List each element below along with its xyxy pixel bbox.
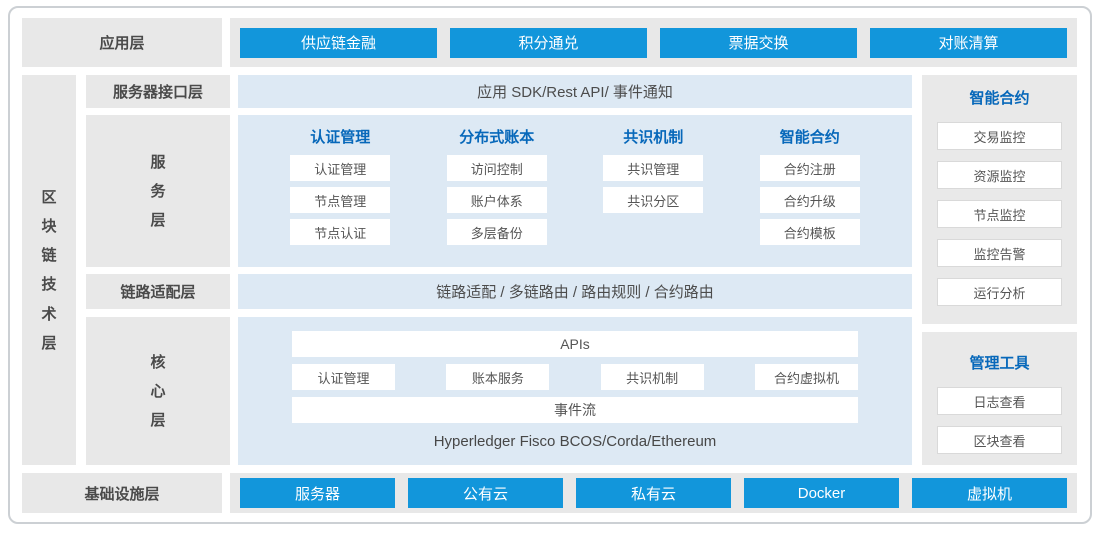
sidebar-item-transaction-monitor: 交易监控 [937, 122, 1062, 150]
service-item: 共识管理 [603, 155, 703, 181]
service-item: 多层备份 [447, 219, 547, 245]
infra-layer-band: 服务器 公有云 私有云 Docker 虚拟机 [230, 473, 1077, 513]
service-group-auth-title: 认证管理 [310, 127, 370, 149]
service-group-consensus: 共识机制 共识管理 共识分区 [603, 127, 703, 267]
app-layer-label: 应用层 [22, 18, 222, 67]
service-item: 合约注册 [760, 155, 860, 181]
core-layer-panel: APIs 认证管理 账本服务 共识机制 合约虚拟机 事件流 Hyperledge… [238, 317, 912, 465]
infra-layer-row: 基础设施层 服务器 公有云 私有云 Docker 虚拟机 [22, 473, 1077, 513]
core-apis-bar: APIs [292, 331, 858, 357]
core-module: 账本服务 [446, 364, 549, 390]
service-layer-label-text: 服务层 [150, 148, 167, 236]
blockchain-tech-layer-label: 区块链技术层 [22, 75, 76, 465]
core-layer-label: 核心层 [86, 317, 230, 465]
sidebar-item-monitor-alert: 监控告警 [937, 239, 1062, 267]
link-layer-row: 链路适配层 链路适配 / 多链路由 / 路由规则 / 合约路由 [86, 274, 912, 309]
app-button-reconciliation-clearing[interactable]: 对账清算 [870, 28, 1067, 58]
main-area: 区块链技术层 服务器接口层 应用 SDK/Rest API/ 事件通知 服务层 [22, 75, 1077, 465]
sidebar-item-node-monitor: 节点监控 [937, 200, 1062, 228]
service-group-consensus-title: 共识机制 [623, 127, 683, 149]
core-layer-row: 核心层 APIs 认证管理 账本服务 共识机制 合约虚拟机 事件流 Hyperl… [86, 317, 912, 465]
infra-button-docker[interactable]: Docker [744, 478, 899, 508]
infra-button-private-cloud[interactable]: 私有云 [576, 478, 731, 508]
service-item: 节点管理 [290, 187, 390, 213]
service-layer-row: 服务层 认证管理 认证管理 节点管理 节点认证 分布式账本 访问控制 账户体系 [86, 115, 912, 267]
right-sidebar: 智能合约 交易监控 资源监控 节点监控 监控告警 运行分析 管理工具 日志查看 … [922, 75, 1077, 465]
service-layer-label: 服务层 [86, 115, 230, 267]
middle-layers: 服务器接口层 应用 SDK/Rest API/ 事件通知 服务层 认证管理 认证… [86, 75, 912, 465]
service-item: 访问控制 [447, 155, 547, 181]
infra-layer-label: 基础设施层 [22, 473, 222, 513]
diagram-layout: 应用层 供应链金融 积分通兑 票据交换 对账清算 区块链技术层 服务器接口层 应… [22, 18, 1077, 513]
service-item: 节点认证 [290, 219, 390, 245]
service-item: 账户体系 [447, 187, 547, 213]
interface-layer-content: 应用 SDK/Rest API/ 事件通知 [238, 75, 912, 108]
link-layer-label: 链路适配层 [86, 274, 230, 309]
app-button-supply-chain-finance[interactable]: 供应链金融 [240, 28, 437, 58]
infra-button-vm[interactable]: 虚拟机 [912, 478, 1067, 508]
service-layer-panel: 认证管理 认证管理 节点管理 节点认证 分布式账本 访问控制 账户体系 多层备份 [238, 115, 912, 267]
interface-layer-label: 服务器接口层 [86, 75, 230, 108]
infra-button-server[interactable]: 服务器 [240, 478, 395, 508]
sidebar-item-block-viewer: 区块查看 [937, 426, 1062, 454]
sidebar-monitor-section: 智能合约 交易监控 资源监控 节点监控 监控告警 运行分析 [922, 75, 1077, 324]
core-module: 共识机制 [601, 364, 704, 390]
app-button-bill-exchange[interactable]: 票据交换 [660, 28, 857, 58]
service-item: 合约升级 [760, 187, 860, 213]
service-group-smart-contract: 智能合约 合约注册 合约升级 合约模板 [760, 127, 860, 267]
service-group-auth: 认证管理 认证管理 节点管理 节点认证 [290, 127, 390, 267]
sidebar-tools-section: 管理工具 日志查看 区块查看 [922, 332, 1077, 465]
service-item: 认证管理 [290, 155, 390, 181]
blockchain-tech-layer-text: 区块链技术层 [41, 183, 58, 359]
sidebar-monitor-title: 智能合约 [969, 89, 1029, 109]
service-group-ledger-title: 分布式账本 [459, 127, 534, 149]
core-platforms-text: Hyperledger Fisco BCOS/Corda/Ethereum [434, 433, 717, 450]
service-group-smart-contract-title: 智能合约 [780, 127, 840, 149]
core-modules-row: 认证管理 账本服务 共识机制 合约虚拟机 [292, 364, 858, 390]
core-module: 认证管理 [292, 364, 395, 390]
core-module: 合约虚拟机 [755, 364, 858, 390]
service-group-ledger: 分布式账本 访问控制 账户体系 多层备份 [447, 127, 547, 267]
app-button-points-exchange[interactable]: 积分通兑 [450, 28, 647, 58]
interface-layer-row: 服务器接口层 应用 SDK/Rest API/ 事件通知 [86, 75, 912, 108]
app-layer-row: 应用层 供应链金融 积分通兑 票据交换 对账清算 [22, 18, 1077, 67]
sidebar-item-runtime-analysis: 运行分析 [937, 278, 1062, 306]
service-item: 合约模板 [760, 219, 860, 245]
link-layer-content: 链路适配 / 多链路由 / 路由规则 / 合约路由 [238, 274, 912, 309]
sidebar-item-log-viewer: 日志查看 [937, 387, 1062, 415]
core-layer-label-text: 核心层 [150, 348, 167, 436]
sidebar-item-resource-monitor: 资源监控 [937, 161, 1062, 189]
infra-button-public-cloud[interactable]: 公有云 [408, 478, 563, 508]
blockchain-architecture-diagram: 应用层 供应链金融 积分通兑 票据交换 对账清算 区块链技术层 服务器接口层 应… [0, 0, 1100, 534]
service-item: 共识分区 [603, 187, 703, 213]
core-event-stream-bar: 事件流 [292, 397, 858, 423]
sidebar-tools-title: 管理工具 [969, 354, 1029, 374]
app-layer-band: 供应链金融 积分通兑 票据交换 对账清算 [230, 18, 1077, 67]
